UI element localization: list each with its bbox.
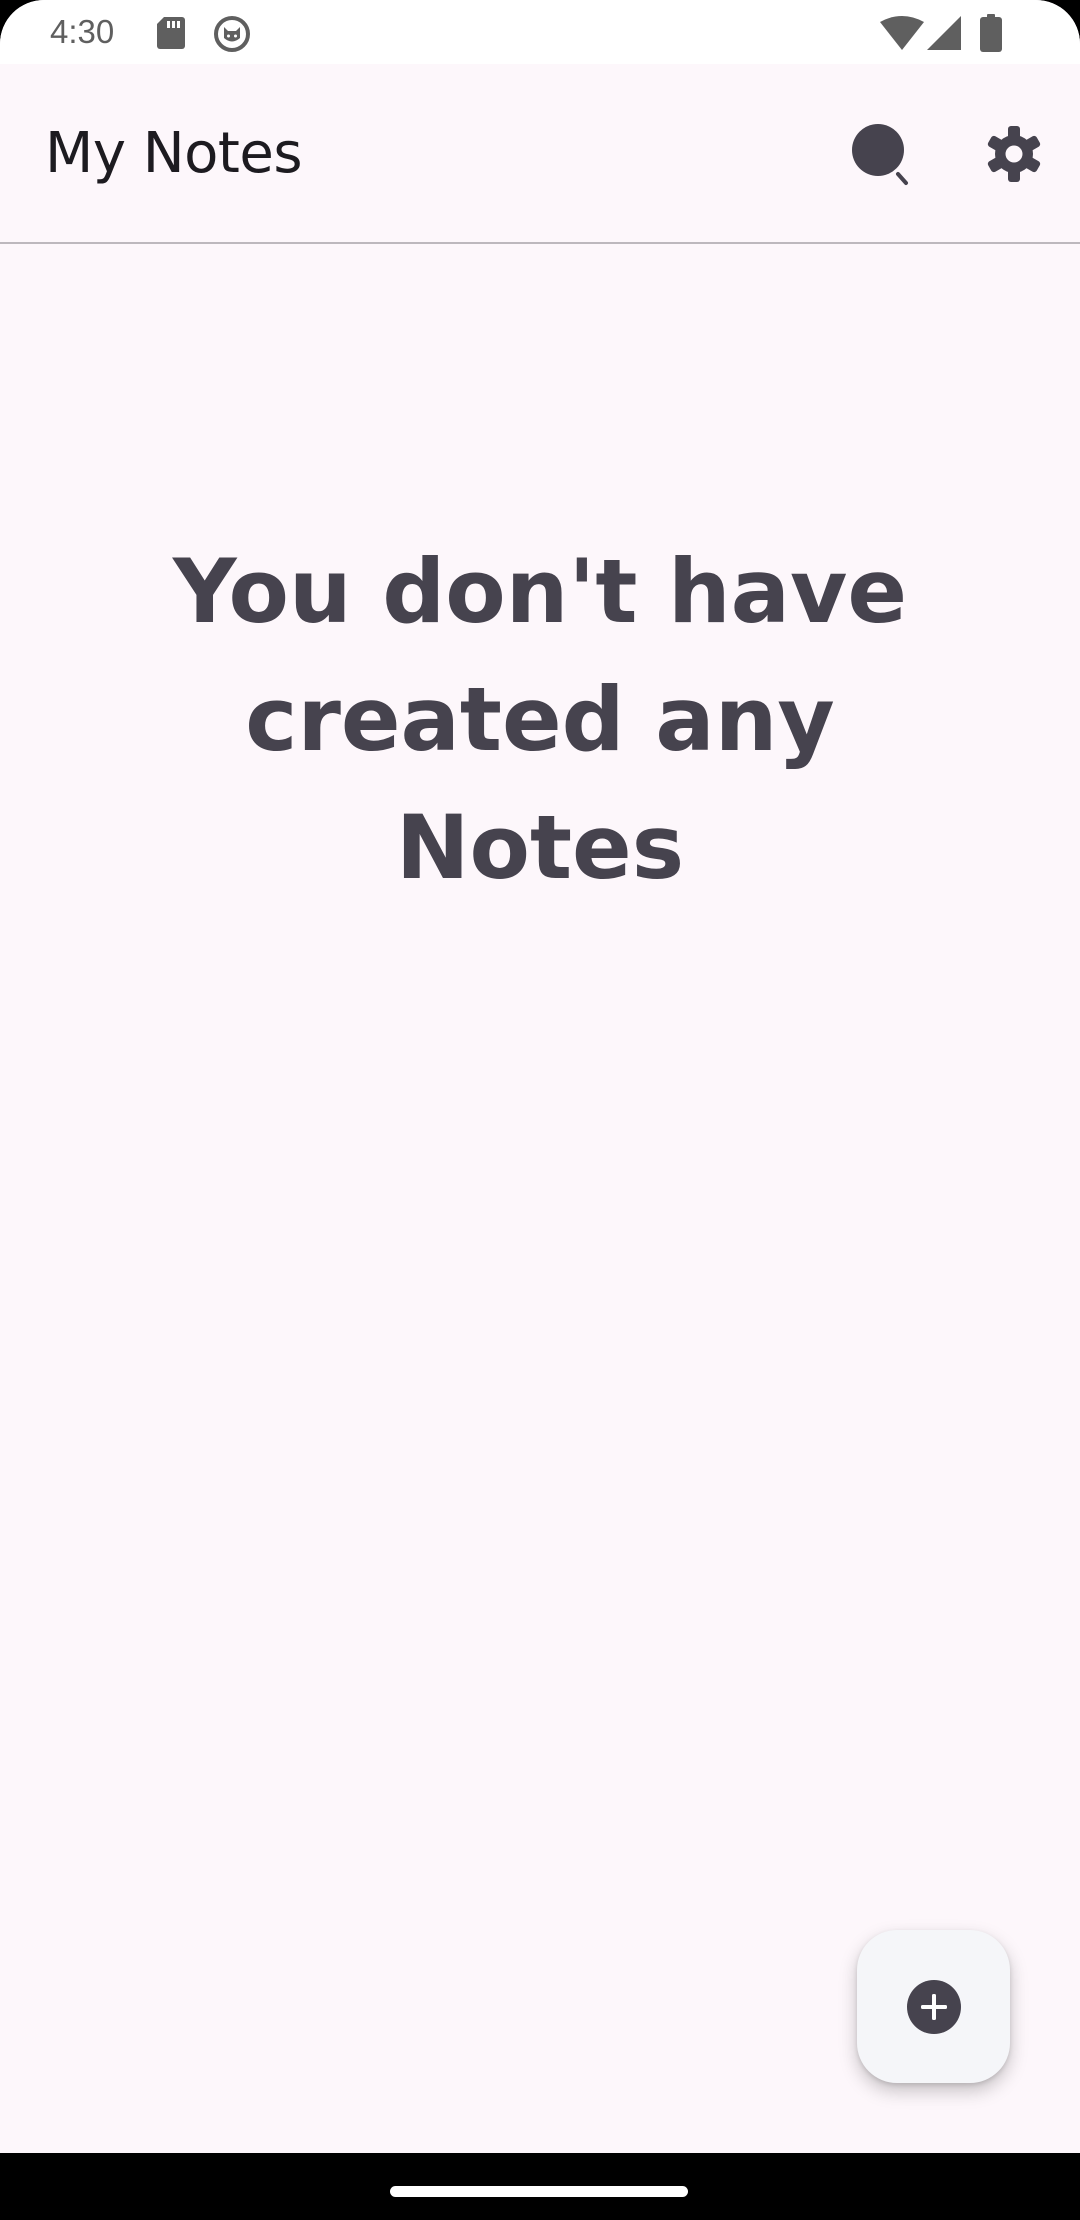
status-time: 4:30 [50,13,115,50]
status-bar: 4:30 [0,0,1080,64]
app-screen: 4:30 My Notes You don't have created any… [0,0,1080,2153]
navigation-bar [0,2153,1080,2220]
page-title: My Notes [45,121,303,186]
sd-card-icon [157,17,185,53]
settings-icon [987,126,1041,182]
battery-icon [980,14,1002,56]
app-bar-divider [0,242,1080,244]
add-note-button[interactable] [857,1930,1010,2083]
top-app-bar: My Notes [0,64,1080,242]
cat-face-icon [214,16,250,56]
search-icon [852,124,908,185]
cellular-signal-icon [927,16,961,54]
add-circle-icon [906,1979,961,2034]
settings-button[interactable] [966,106,1062,202]
search-button[interactable] [834,106,930,202]
empty-state-message: You don't have created any Notes [172,540,908,899]
wifi-icon [880,16,924,54]
home-gesture-handle[interactable] [390,2186,688,2197]
